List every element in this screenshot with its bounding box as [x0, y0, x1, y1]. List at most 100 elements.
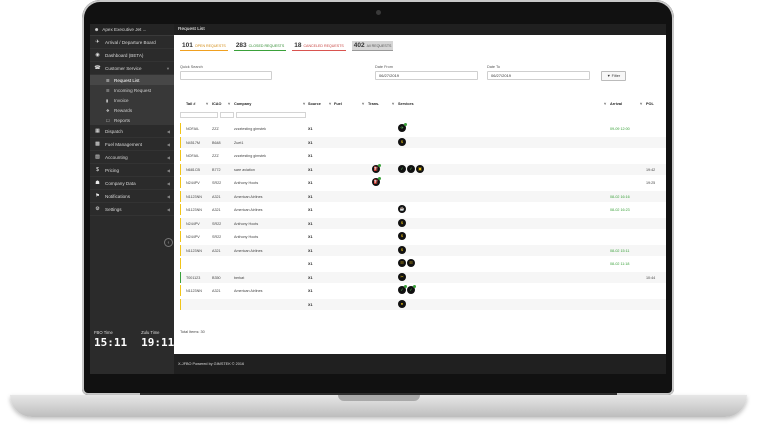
collapse-sidebar-icon[interactable]: ‹	[164, 238, 173, 247]
table-row[interactable]: N244PV SR22 Anthony Hoots X1 $	[180, 231, 666, 242]
service-icon[interactable]: ✈	[398, 123, 407, 132]
col-sort-icon[interactable]: ˅	[604, 102, 606, 106]
service-icon[interactable]: ☕	[398, 205, 406, 213]
col-sort-icon[interactable]: ˅	[228, 102, 230, 106]
services-icons: $	[398, 232, 406, 240]
fbo-time-value: 15:11	[94, 336, 128, 349]
service-icon[interactable]: $	[398, 137, 406, 146]
all-requests-tab[interactable]: 402 All REQUESTS	[351, 41, 394, 51]
sidebar-sub-rewards[interactable]: ❖ Rewards	[90, 105, 174, 115]
open-requests-tab[interactable]: 101 OPEN REQUESTS	[180, 41, 228, 51]
status-bar	[180, 123, 181, 134]
col-pol[interactable]: POL	[646, 102, 654, 106]
service-icon[interactable]: ●	[398, 299, 406, 308]
tail-cell: N244PV	[186, 221, 200, 226]
service-icon[interactable]: ✓	[407, 285, 416, 294]
service-icon[interactable]: ☷	[398, 259, 406, 267]
table-row[interactable]: N1123NN A321 American Airlines X1 ✓ ✓	[180, 285, 666, 296]
service-icon[interactable]: ✓	[407, 164, 415, 173]
sidebar-item-accounting[interactable]: ▧ Accounting ◀	[90, 151, 174, 164]
service-icon[interactable]: ✓	[398, 285, 407, 294]
col-sort-icon[interactable]: ˅	[392, 102, 394, 106]
service-icon[interactable]: ✂	[398, 272, 406, 281]
col-company[interactable]: Company	[234, 102, 251, 106]
status-bar	[180, 163, 181, 175]
services-icons: ✓ ✓	[398, 285, 416, 294]
table-row[interactable]: N4517M B648 Zuet1 X1 $	[180, 136, 666, 148]
sidebar-item-settings[interactable]: ⚙ Settings ◀	[90, 203, 174, 216]
source-cell: X1	[308, 127, 313, 131]
user-menu[interactable]: ☻ Apex Executive Jet ...	[90, 24, 174, 36]
col-source[interactable]: Source	[308, 102, 321, 106]
total-items: Total Items: 30	[180, 330, 205, 334]
col-fuel[interactable]: Fuel	[334, 102, 342, 106]
fuel-truck-icon[interactable]: ⛽	[372, 163, 381, 173]
sidebar-item-dashboard[interactable]: ◉ Dashboard (BETA)	[90, 49, 174, 62]
camera-icon	[376, 10, 381, 15]
table-row[interactable]: NOFAIL ZZZ zzzztesting gimstek X1 09-09 12:0…	[180, 123, 666, 134]
table-row[interactable]: T001123 B350 berkat X1 10:44 ✂	[180, 271, 666, 283]
sidebar-item-fuel-management[interactable]: ▩ Fuel Management ◀	[90, 138, 174, 151]
footer: X-JFBO Powered by GIMSTEK © 2016	[174, 354, 666, 374]
icao-cell: A321	[212, 208, 221, 212]
service-icon[interactable]: ☷	[407, 259, 415, 267]
table-row[interactable]: X1 ●	[180, 298, 666, 310]
col-sort-icon[interactable]: ˅	[362, 102, 364, 106]
sidebar-sub-request-list[interactable]: ☰ Request List	[90, 75, 174, 85]
company-cell: Anthony Hoots	[234, 221, 259, 226]
file-icon: ▮	[106, 97, 109, 103]
status-bar	[180, 258, 181, 269]
col-sort-icon[interactable]: ˅	[206, 102, 208, 106]
sidebar-item-pricing[interactable]: $ Pricing ◀	[90, 164, 174, 177]
icao-cell: ZZZ	[212, 127, 219, 131]
arrival-cell: 08-02 16:16	[610, 194, 630, 199]
filter-button[interactable]: ▼ Filter	[601, 71, 626, 81]
table-row[interactable]: N244PV SR22 Anthony Hoots X1 $	[180, 217, 666, 229]
sidebar-sub-invoice[interactable]: ▮ Invoice	[90, 95, 174, 105]
service-icon[interactable]: $	[398, 218, 406, 227]
date-from-input[interactable]: 06/27/2019	[375, 71, 478, 80]
col-tail[interactable]: Tail #	[186, 102, 195, 106]
col-sort-icon[interactable]: ˅	[329, 102, 331, 106]
col-services[interactable]: Services	[398, 102, 414, 106]
arrival-cell: 08-02 11:18	[610, 262, 630, 266]
services-icons: $	[398, 218, 406, 227]
arrival-cell: 08-02 16:23	[610, 208, 630, 212]
service-icon[interactable]: $	[398, 232, 406, 240]
table-row[interactable]: N244PV SR22 Anthony Hoots X1 19:25 ⛽	[180, 177, 666, 188]
col-arrival[interactable]: Arrival	[610, 102, 622, 106]
tail-cell: NOFAIL	[186, 127, 200, 131]
closed-requests-tab[interactable]: 283 CLOSED REQUESTS	[233, 41, 287, 51]
canceled-requests-tab[interactable]: 18 CANCELED REQUESTS	[292, 41, 346, 51]
icao-filter-input[interactable]	[220, 112, 234, 118]
status-bar	[180, 204, 181, 215]
tail-filter-input[interactable]	[180, 112, 218, 118]
table-row[interactable]: X1 08-02 11:18 ☷ ☷	[180, 258, 666, 269]
fbo-time-label: FBO Time	[94, 330, 113, 335]
source-cell: X1	[308, 181, 313, 185]
table-row[interactable]: N1123NN A321 American Airlines X1 08-02 15:1…	[180, 244, 666, 256]
table-row[interactable]: N1123NN A321 American Airlines X1 08-02 16:2…	[180, 204, 666, 215]
table-row[interactable]: N1123NN A321 American Airlines X1 08-02 16:1…	[180, 190, 666, 202]
sidebar-sub-incoming-request[interactable]: ☰ Incoming Request	[90, 85, 174, 95]
sidebar-item-dispatch[interactable]: ▦ Dispatch ◀	[90, 125, 174, 138]
fuel-truck-icon[interactable]: ⛽	[372, 177, 381, 186]
table-row[interactable]: N681CB B772 sare aviation X1 19:42 ⛽ ✓ ✓ ▣	[180, 163, 666, 175]
col-sort-icon[interactable]: ˅	[640, 102, 642, 106]
col-icao[interactable]: ICAO	[212, 102, 222, 106]
col-sort-icon[interactable]: ˅	[303, 102, 305, 106]
service-icon[interactable]: $	[398, 245, 406, 254]
services-icons: ✈	[398, 123, 407, 132]
service-icon[interactable]: ▣	[416, 164, 424, 173]
company-filter-input[interactable]	[236, 112, 306, 118]
quick-search-input[interactable]	[180, 71, 272, 80]
sidebar-sub-reports[interactable]: ☐ Reports	[90, 115, 174, 125]
sidebar-item-company-data[interactable]: ☗ Company Data ◀	[90, 177, 174, 190]
service-icon[interactable]: ✓	[398, 164, 406, 173]
col-trans[interactable]: Trans.	[368, 102, 379, 106]
date-to-input[interactable]: 06/27/2019	[487, 71, 590, 80]
sidebar-item-arrival-departure[interactable]: ✈ Arrival / Departure Board	[90, 36, 174, 49]
sidebar-item-notifications[interactable]: ⚑ Notifications ◀	[90, 190, 174, 203]
table-row[interactable]: NOFAIL ZZZ zzzztesting gimstek X1	[180, 150, 666, 161]
sidebar-item-customer-service[interactable]: ☎ Customer Service ▼	[90, 62, 174, 75]
